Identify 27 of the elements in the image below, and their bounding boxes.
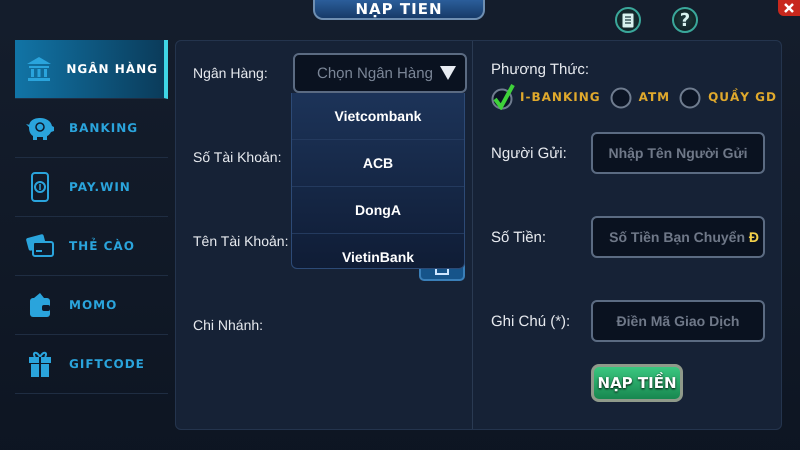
radio-label: QUẦY GD [708,90,777,104]
field-label: Số Tài Khoản: [193,149,282,165]
currency-symbol: Đ [748,229,760,245]
bank-select[interactable]: Chọn Ngân Hàng [293,53,467,93]
input-field[interactable]: Nhập Tên Người Gửi [591,132,766,174]
field-label: Người Gửi: [491,144,568,162]
dropdown-option[interactable]: DongA [355,202,401,218]
field-label: Tên Tài Khoản: [193,233,290,249]
field-label: Chi Nhánh: [193,317,264,333]
help-button[interactable]: ? [672,7,698,33]
sidebar-item[interactable]: PAY.WIN [15,158,168,217]
sidebar-item[interactable]: BANKING [15,99,168,158]
radio-label: I-BANKING [520,90,601,104]
dropdown-option[interactable]: Vietcombank [334,108,422,124]
field-label: Phương Thức: [491,61,590,78]
sidebar-item[interactable]: NGÂN HÀNG [15,40,168,99]
field-label: Số Tiền: [491,228,548,246]
sidebar-item[interactable]: MOMO [15,276,168,335]
field-label: Ngân Hàng: [193,65,269,81]
field-label: Ghi Chú (*): [491,312,572,330]
window-title: NẠP TIEN [313,0,485,20]
sidebar-item[interactable]: THẺ CÀO [15,217,168,276]
dropdown-option[interactable]: ACB [362,155,394,171]
radio-label: ATM [638,90,670,104]
dropdown-option[interactable]: VietinBank [342,249,414,265]
input-field[interactable]: Điền Mã Giao Dịch [591,300,766,342]
sidebar-item[interactable]: GIFTCODE [15,335,168,394]
